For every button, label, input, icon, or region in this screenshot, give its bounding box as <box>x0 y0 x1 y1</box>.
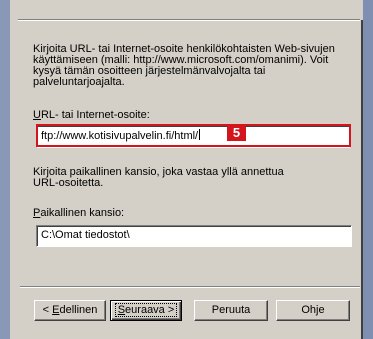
help-button[interactable]: Ohje <box>276 300 350 321</box>
dialog-edge <box>361 0 363 339</box>
next-label: euraava > <box>125 304 175 316</box>
local-folder-value: C:\Omat tiedostot\ <box>41 229 130 241</box>
back-button[interactable]: < Edellinen <box>34 300 106 321</box>
next-button[interactable]: Seuraava > <box>110 300 182 321</box>
dialog-header-band <box>10 0 363 20</box>
back-label: dellinen <box>59 304 98 316</box>
background-strip <box>0 0 10 339</box>
local-folder-description: Kirjoita paikallinen kansio, joka vastaa… <box>33 167 284 189</box>
background-right <box>363 0 373 339</box>
description-text: Kirjoita URL- tai Internet-osoite henkil… <box>33 44 335 88</box>
header-separator-highlight <box>18 20 360 21</box>
url-label-mnemonic: U <box>33 109 41 121</box>
text-cursor <box>199 129 201 140</box>
button-separator-highlight <box>20 287 360 288</box>
callout-number-badge: 5 <box>227 124 246 141</box>
cancel-button[interactable]: Peruuta <box>194 300 268 321</box>
local-folder-input[interactable]: C:\Omat tiedostot\ <box>36 225 352 247</box>
url-input[interactable]: ftp://www.kotisivupalvelin.fi/html/ <box>36 125 350 148</box>
url-field-label: URL- tai Internet-osoite: <box>33 109 150 121</box>
next-mnemonic: S <box>117 304 126 316</box>
local-label-text: aikallinen kansio: <box>40 207 125 219</box>
url-input-value: ftp://www.kotisivupalvelin.fi/html/ <box>41 130 199 142</box>
local-folder-label: Paikallinen kansio: <box>33 207 124 219</box>
back-prefix: < <box>42 304 53 316</box>
local-description-line: URL-osoitetta. <box>33 177 104 189</box>
description-line: palveluntarjoajalta. <box>33 76 125 88</box>
url-label-text: RL- tai Internet-osoite: <box>40 109 150 121</box>
